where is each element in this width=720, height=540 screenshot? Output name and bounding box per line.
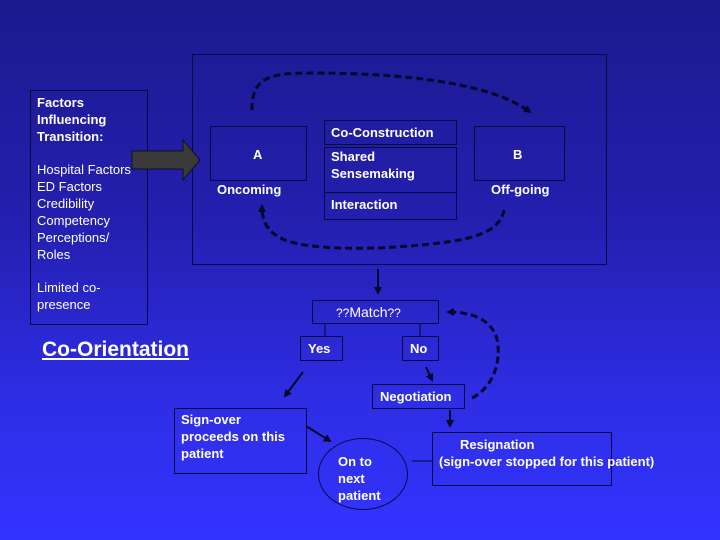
factors-heading-line: Transition: <box>37 129 104 144</box>
next-patient-label: On to next patient <box>338 453 381 504</box>
signover-label: Sign-over proceeds on this patient <box>181 411 285 462</box>
factor-item: Credibility <box>37 196 95 211</box>
node-b-caption: Off-going <box>491 182 550 197</box>
match-prefix: ?? <box>336 306 350 320</box>
factor-item: Competency <box>37 213 110 228</box>
factors-heading: Factors Influencing Transition: <box>37 94 106 145</box>
match-label: ??Match?? <box>336 304 401 322</box>
match-suffix: ?? <box>387 306 401 320</box>
next-patient-line: patient <box>338 488 381 503</box>
node-a-letter: A <box>253 147 263 162</box>
shared-sensemaking-label: Shared Sensemaking <box>331 148 415 182</box>
resignation-subtitle: (sign-over stopped for this patient) <box>439 454 655 469</box>
arrow-yes-to-signover <box>283 371 304 398</box>
factors-extra: Limited co- presence <box>37 279 101 313</box>
no-label: No <box>410 341 428 356</box>
factor-item: Hospital Factors <box>37 162 131 177</box>
shared-line: Shared <box>331 149 376 164</box>
signover-line: patient <box>181 446 224 461</box>
factors-heading-line: Factors <box>37 95 84 110</box>
match-word: Match <box>349 304 388 320</box>
next-patient-line: next <box>338 471 365 486</box>
co-orientation-label: Co-Orientation <box>42 338 189 361</box>
factor-item: Roles <box>37 247 71 262</box>
node-a-caption: Oncoming <box>217 182 282 197</box>
factor-item: Perceptions/ <box>37 230 110 245</box>
negotiation-label: Negotiation <box>380 389 452 404</box>
factors-heading-line: Influencing <box>37 112 107 127</box>
signover-line: Sign-over <box>181 412 241 427</box>
node-b-letter: B <box>513 147 523 162</box>
factor-item: presence <box>37 297 91 312</box>
co-construction-label: Co-Construction <box>331 125 434 140</box>
factors-list: Hospital Factors ED Factors Credibility … <box>37 161 131 263</box>
signover-line: proceeds on this <box>181 429 286 444</box>
arrow-signover-to-next <box>305 425 332 443</box>
shared-line: Sensemaking <box>331 166 415 181</box>
factor-item: Limited co- <box>37 280 101 295</box>
arrow-no-to-negotiation <box>425 366 434 382</box>
resignation-title: Resignation <box>460 437 535 452</box>
yes-label: Yes <box>308 341 331 356</box>
factor-item: ED Factors <box>37 179 103 194</box>
interaction-label: Interaction <box>331 197 398 212</box>
next-patient-line: On to <box>338 454 372 469</box>
